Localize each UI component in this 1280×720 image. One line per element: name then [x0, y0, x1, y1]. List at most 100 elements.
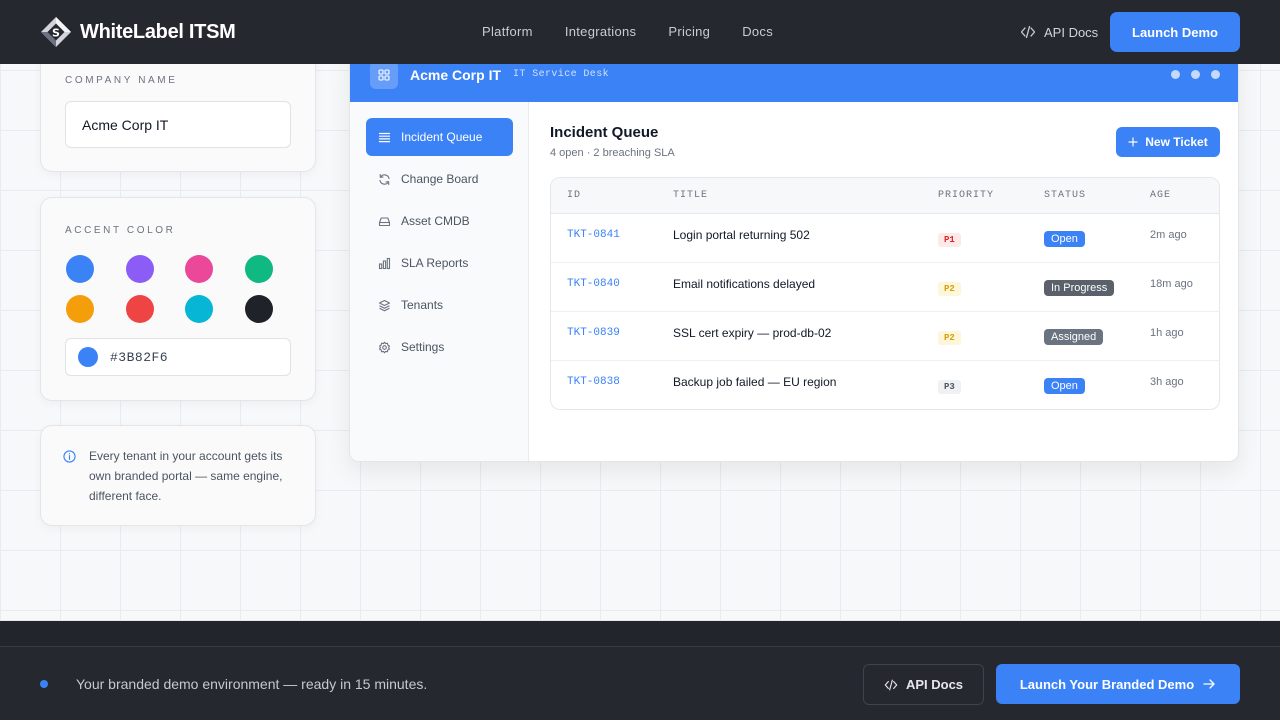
window-subtitle: IT Service Desk [513, 69, 610, 80]
color-swatch[interactable] [185, 255, 213, 283]
api-docs-button-label: API Docs [905, 677, 964, 692]
column-header-title[interactable]: TITLE [673, 190, 708, 201]
ticket-id[interactable]: TKT-0838 [567, 376, 620, 388]
brand-name: WhiteLabel ITSM [80, 20, 236, 43]
ticket-id[interactable]: TKT-0840 [567, 278, 620, 290]
brand[interactable]: S WhiteLabel ITSM [40, 16, 236, 48]
nav-link-platform[interactable]: Platform [482, 24, 533, 39]
launch-branded-demo-button[interactable]: Launch Your Branded Demo [996, 664, 1240, 704]
api-docs-button[interactable]: API Docs [863, 664, 984, 705]
company-name-card: COMPANY NAME [40, 52, 316, 172]
ticket-id[interactable]: TKT-0839 [567, 327, 620, 339]
api-docs-label: API Docs [1044, 24, 1099, 40]
tenant-portal-preview: Acme Corp IT IT Service Desk Incident Qu… [349, 46, 1239, 462]
column-header-age[interactable]: AGE [1150, 190, 1171, 201]
layers-icon [378, 299, 391, 311]
ticket-age: 18m ago [1150, 278, 1193, 290]
table-row[interactable]: TKT-0838 Backup job failed — EU region P… [551, 361, 1219, 409]
sidebar-item-label: Asset CMDB [401, 214, 470, 228]
window-dot[interactable] [1211, 70, 1220, 79]
api-docs-link[interactable]: API Docs [1020, 24, 1098, 40]
drive-icon [378, 216, 391, 226]
accent-color-label: ACCENT COLOR [65, 225, 176, 236]
ticket-title: Login portal returning 502 [673, 228, 810, 242]
page-title: Incident Queue [550, 124, 659, 141]
priority-badge: P2 [938, 331, 961, 345]
arrow-right-icon [1203, 679, 1215, 689]
new-ticket-label: New Ticket [1145, 135, 1208, 149]
sidebar-item-asset-cmdb[interactable]: Asset CMDB [366, 202, 513, 240]
status-badge: Open [1044, 231, 1085, 247]
sidebar-item-label: Incident Queue [401, 130, 483, 144]
ticket-age: 2m ago [1150, 229, 1187, 241]
color-swatch[interactable] [185, 295, 213, 323]
priority-badge: P2 [938, 282, 961, 296]
gear-icon [379, 341, 390, 353]
window-dot[interactable] [1171, 70, 1180, 79]
sidebar-item-label: SLA Reports [401, 256, 469, 270]
plus-icon [1128, 137, 1138, 147]
ticket-age: 3h ago [1150, 376, 1184, 388]
sidebar-item-label: Change Board [401, 172, 479, 186]
ticket-title: SSL cert expiry — prod-db-02 [673, 326, 832, 340]
color-swatch[interactable] [125, 255, 154, 283]
window-dot[interactable] [1191, 70, 1200, 79]
color-swatch[interactable] [66, 295, 94, 323]
sidebar-item-tenants[interactable]: Tenants [366, 286, 513, 324]
new-ticket-button[interactable]: New Ticket [1116, 127, 1220, 157]
column-header-status[interactable]: STATUS [1044, 190, 1086, 201]
column-header-priority[interactable]: PRIORITY [938, 190, 994, 201]
sidebar-item-sla-reports[interactable]: SLA Reports [366, 244, 513, 282]
code-icon [1020, 25, 1036, 39]
accent-color-card: ACCENT COLOR #3B82F6 [40, 197, 316, 401]
info-text: Every tenant in your account gets its ow… [89, 449, 283, 503]
status-badge: Open [1044, 378, 1085, 394]
selected-color-dot [78, 347, 98, 367]
launch-demo-button[interactable]: Launch Demo [1110, 12, 1240, 52]
info-icon [63, 450, 76, 463]
sidebar-item-change-board[interactable]: Change Board [366, 160, 513, 198]
diamond-logo-icon: S [41, 17, 71, 47]
status-badge: Assigned [1044, 329, 1104, 345]
company-name-input[interactable] [65, 101, 291, 148]
portal-sidebar: Incident Queue Change Board Asset CMDB S… [350, 102, 529, 461]
nav-link-integrations[interactable]: Integrations [565, 24, 637, 39]
table-row[interactable]: TKT-0839 SSL cert expiry — prod-db-02 P2… [551, 312, 1219, 361]
color-swatch[interactable] [244, 295, 273, 323]
bottom-cta-bar: Your branded demo environment — ready in… [0, 646, 1280, 720]
hex-color-field[interactable]: #3B82F6 [65, 338, 291, 376]
nav-link-docs[interactable]: Docs [742, 24, 773, 39]
launch-branded-demo-label: Launch Your Branded Demo [1019, 676, 1195, 692]
nav-link-pricing[interactable]: Pricing [668, 24, 710, 39]
status-dot [40, 680, 48, 688]
color-swatch[interactable] [244, 255, 273, 283]
column-header-id[interactable]: ID [567, 190, 581, 201]
bar-chart-icon [378, 257, 391, 269]
cta-text: Your branded demo environment — ready in… [76, 676, 428, 692]
ticket-id[interactable]: TKT-0841 [567, 229, 620, 241]
table-row[interactable]: TKT-0841 Login portal returning 502 P1 O… [551, 214, 1219, 263]
ticket-title: Backup job failed — EU region [673, 375, 837, 389]
color-swatch[interactable] [125, 295, 154, 323]
refresh-icon [379, 173, 390, 185]
priority-badge: P3 [938, 380, 961, 394]
top-navbar: S WhiteLabel ITSM Platform Integrations … [0, 0, 1280, 64]
primary-nav: Platform Integrations Pricing Docs [482, 24, 773, 39]
info-card: Every tenant in your account gets its ow… [40, 425, 316, 526]
sidebar-item-label: Settings [401, 340, 445, 354]
page-subtitle: 4 open · 2 breaching SLA [550, 147, 675, 159]
status-badge: In Progress [1044, 280, 1115, 296]
incident-table: ID TITLE PRIORITY STATUS AGE TKT-0841 Lo… [550, 177, 1220, 410]
svg-text:S: S [52, 27, 60, 40]
priority-badge: P1 [938, 233, 961, 247]
list-icon [378, 132, 391, 142]
hex-color-value: #3B82F6 [110, 349, 169, 365]
sidebar-item-settings[interactable]: Settings [366, 328, 513, 366]
sidebar-item-incident-queue[interactable]: Incident Queue [366, 118, 513, 156]
grid-icon [370, 61, 398, 89]
window-controls [1171, 70, 1220, 79]
table-row[interactable]: TKT-0840 Email notifications delayed P2 … [551, 263, 1219, 312]
color-swatch[interactable] [66, 255, 94, 283]
code-icon [884, 679, 898, 690]
window-title: Acme Corp IT [410, 67, 502, 83]
